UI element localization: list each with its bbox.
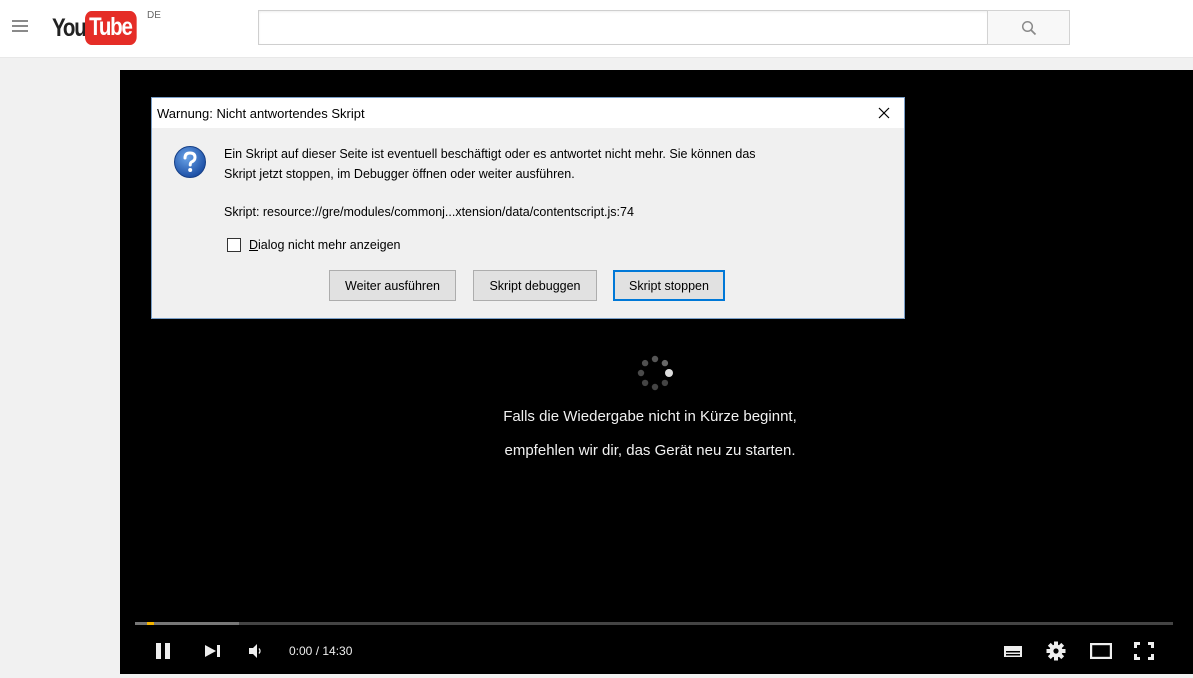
dialog-title: Warnung: Nicht antwortendes Skript bbox=[157, 106, 365, 121]
guide-menu-icon[interactable] bbox=[12, 20, 28, 34]
dialog-message-line2: Skript jetzt stoppen, im Debugger öffnen… bbox=[224, 167, 575, 181]
continue-button[interactable]: Weiter ausführen bbox=[329, 270, 456, 301]
dont-show-again-checkbox[interactable] bbox=[227, 238, 241, 252]
masthead: You Tube DE bbox=[0, 0, 1193, 58]
search-input[interactable] bbox=[259, 11, 988, 44]
youtube-logo[interactable]: You Tube bbox=[52, 11, 148, 45]
volume-icon[interactable] bbox=[248, 644, 266, 658]
region-label: DE bbox=[147, 10, 161, 21]
dialog-titlebar: Warnung: Nicht antwortendes Skript bbox=[152, 98, 904, 128]
time-display: 0:00 / 14:30 bbox=[289, 644, 353, 658]
script-path: Skript: resource://gre/modules/commonj..… bbox=[224, 205, 634, 219]
fullscreen-icon[interactable] bbox=[1134, 642, 1154, 660]
playback-message-line1: Falls die Wiedergabe nicht in Kürze begi… bbox=[503, 408, 797, 425]
label-rest: ialog nicht mehr anzeigen bbox=[258, 238, 401, 252]
unresponsive-script-dialog: Warnung: Nicht antwortendes Skript Ein S… bbox=[151, 97, 905, 319]
stop-script-button[interactable]: Skript stoppen bbox=[613, 270, 725, 301]
debug-script-button[interactable]: Skript debuggen bbox=[473, 270, 597, 301]
close-icon[interactable] bbox=[874, 103, 894, 123]
search-box bbox=[258, 10, 988, 45]
next-icon[interactable] bbox=[204, 644, 222, 658]
search-button[interactable] bbox=[987, 10, 1070, 45]
player-controls: 0:00 / 14:30 bbox=[120, 632, 1193, 670]
logo-you-text: You bbox=[52, 13, 87, 42]
progress-played bbox=[147, 622, 154, 625]
playback-message-line2: empfehlen wir dir, das Gerät neu zu star… bbox=[504, 442, 796, 459]
search-icon bbox=[1021, 20, 1036, 35]
progress-bar[interactable] bbox=[135, 622, 1173, 625]
pause-icon[interactable] bbox=[154, 642, 172, 660]
settings-gear-icon[interactable] bbox=[1046, 641, 1066, 661]
logo-tube-text: Tube bbox=[84, 11, 137, 45]
dialog-message: Ein Skript auf dieser Seite ist eventuel… bbox=[224, 144, 874, 184]
question-icon bbox=[174, 146, 206, 178]
dont-show-again-label[interactable]: Dialog nicht mehr anzeigen bbox=[249, 238, 400, 252]
subtitles-icon[interactable] bbox=[1003, 644, 1023, 658]
theater-mode-icon[interactable] bbox=[1090, 643, 1112, 659]
dialog-message-line1: Ein Skript auf dieser Seite ist eventuel… bbox=[224, 147, 756, 161]
label-access-key: D bbox=[249, 238, 259, 252]
loading-spinner-icon bbox=[637, 355, 673, 391]
